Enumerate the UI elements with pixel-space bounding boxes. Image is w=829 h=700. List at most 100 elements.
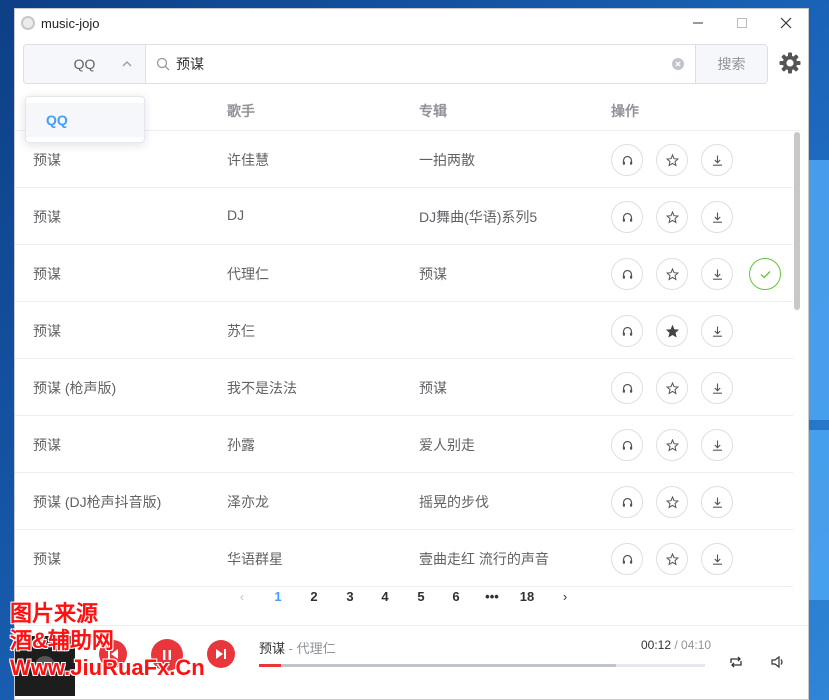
headphones-icon xyxy=(622,440,632,450)
headphones-icon xyxy=(622,212,632,222)
page-number-18[interactable]: 18 xyxy=(520,589,534,604)
download-button[interactable] xyxy=(701,144,733,176)
page-number-4[interactable]: 4 xyxy=(381,589,388,604)
page-number-2[interactable]: 2 xyxy=(310,589,317,604)
favorite-button[interactable] xyxy=(656,543,688,575)
favorite-button[interactable] xyxy=(656,144,688,176)
table-row[interactable]: 预谋 孙露 爱人别走 xyxy=(15,416,793,473)
source-dropdown: QQ xyxy=(25,96,145,143)
download-icon xyxy=(712,383,722,394)
progress-bar[interactable] xyxy=(259,664,705,667)
dropdown-option-qq[interactable]: QQ xyxy=(26,103,144,137)
headphones-icon xyxy=(622,383,632,393)
page-number-3[interactable]: 3 xyxy=(346,589,353,604)
watermark-line-2: 酒&辅助网 xyxy=(10,628,114,653)
close-icon xyxy=(780,17,792,29)
column-header-artist: 歌手 xyxy=(227,103,255,119)
chevron-up-icon xyxy=(122,61,132,67)
favorite-button[interactable] xyxy=(656,486,688,518)
table-row[interactable]: 预谋 DJ DJ舞曲(华语)系列5 xyxy=(15,188,793,245)
song-album: DJ舞曲(华语)系列5 xyxy=(419,209,538,225)
source-select[interactable]: QQ xyxy=(24,45,146,83)
song-title: 预谋 xyxy=(33,266,61,282)
listen-button[interactable] xyxy=(611,258,643,290)
next-track-button[interactable] xyxy=(207,640,235,668)
next-page-button[interactable]: › xyxy=(563,589,567,604)
table-row[interactable]: 预谋 代理仁 预谋 xyxy=(15,245,793,302)
volume-button[interactable] xyxy=(770,654,786,670)
page-number-1[interactable]: 1 xyxy=(274,589,281,604)
star-filled-icon xyxy=(665,324,679,338)
song-title: 预谋 xyxy=(33,323,61,339)
headphones-icon xyxy=(622,155,632,165)
listen-button[interactable] xyxy=(611,429,643,461)
page-number-6[interactable]: 6 xyxy=(452,589,459,604)
title-bar: music-jojo xyxy=(15,9,808,37)
download-icon xyxy=(712,212,722,223)
listen-button[interactable] xyxy=(611,315,643,347)
download-button[interactable] xyxy=(701,201,733,233)
scrollbar-thumb[interactable] xyxy=(794,132,800,310)
more-pages-button[interactable]: ••• xyxy=(485,589,499,604)
song-artist: 代理仁 xyxy=(227,266,269,282)
download-button[interactable] xyxy=(701,429,733,461)
maximize-button[interactable] xyxy=(720,9,764,37)
close-button[interactable] xyxy=(764,9,808,37)
listen-button[interactable] xyxy=(611,201,643,233)
row-actions xyxy=(611,543,746,575)
current-time: 00:12 xyxy=(641,638,672,652)
search-button[interactable]: 搜索 xyxy=(695,45,767,83)
song-album: 壹曲走红 流行的声音 xyxy=(419,551,549,567)
table-row[interactable]: 预谋 华语群星 壹曲走红 流行的声音 xyxy=(15,530,793,587)
loop-button[interactable] xyxy=(728,654,744,670)
download-button[interactable] xyxy=(701,543,733,575)
download-button[interactable] xyxy=(701,486,733,518)
download-icon xyxy=(712,440,722,451)
page-number-5[interactable]: 5 xyxy=(417,589,424,604)
minimize-icon xyxy=(693,22,703,24)
search-input[interactable] xyxy=(176,56,671,72)
now-playing-artist: 代理仁 xyxy=(296,641,336,656)
download-button[interactable] xyxy=(701,258,733,290)
star-icon xyxy=(665,381,679,395)
settings-button[interactable] xyxy=(779,52,801,74)
star-icon xyxy=(665,438,679,452)
favorite-button[interactable] xyxy=(656,258,688,290)
download-icon xyxy=(712,326,722,337)
listen-button[interactable] xyxy=(611,486,643,518)
download-button[interactable] xyxy=(701,372,733,404)
minimize-button[interactable] xyxy=(676,9,720,37)
listen-button[interactable] xyxy=(611,543,643,575)
now-playing-separator: - xyxy=(285,641,297,656)
song-title: 预谋 xyxy=(33,209,61,225)
download-button[interactable] xyxy=(701,315,733,347)
now-playing: 预谋 - 代理仁 xyxy=(259,638,336,657)
app-window: music-jojo QQ 搜索 xyxy=(14,8,809,700)
download-icon xyxy=(712,497,722,508)
star-icon xyxy=(665,210,679,224)
listen-button[interactable] xyxy=(611,372,643,404)
table-row[interactable]: 预谋 (枪声版) 我不是法法 预谋 xyxy=(15,359,793,416)
listen-button[interactable] xyxy=(611,144,643,176)
headphones-icon xyxy=(622,497,632,507)
song-album: 预谋 xyxy=(419,380,447,396)
favorite-button[interactable] xyxy=(656,315,688,347)
favorite-button[interactable] xyxy=(656,372,688,404)
table-row[interactable]: 预谋 (DJ枪声抖音版) 泽亦龙 摇晃的步伐 xyxy=(15,473,793,530)
playback-time: 00:12 / 04:10 xyxy=(641,638,711,652)
favorite-button[interactable] xyxy=(656,201,688,233)
favorite-button[interactable] xyxy=(656,429,688,461)
search-icon xyxy=(156,57,170,71)
song-artist: 我不是法法 xyxy=(227,380,297,396)
prev-page-button[interactable]: ‹ xyxy=(240,589,244,604)
song-table-body: 预谋 许佳慧 一拍两散 预谋 DJ DJ舞曲(华语)系列5 预谋 代理仁 预谋 预谋 苏仨 预谋 (枪… xyxy=(15,131,793,587)
clear-button[interactable] xyxy=(671,57,685,71)
song-title: 预谋 xyxy=(33,437,61,453)
window-controls xyxy=(676,9,808,37)
table-row[interactable]: 预谋 苏仨 xyxy=(15,302,793,359)
app-title: music-jojo xyxy=(41,15,100,31)
volume-icon xyxy=(771,655,783,669)
row-actions xyxy=(611,315,746,347)
skip-next-icon xyxy=(216,649,226,659)
table-scrollbar[interactable] xyxy=(793,131,801,581)
